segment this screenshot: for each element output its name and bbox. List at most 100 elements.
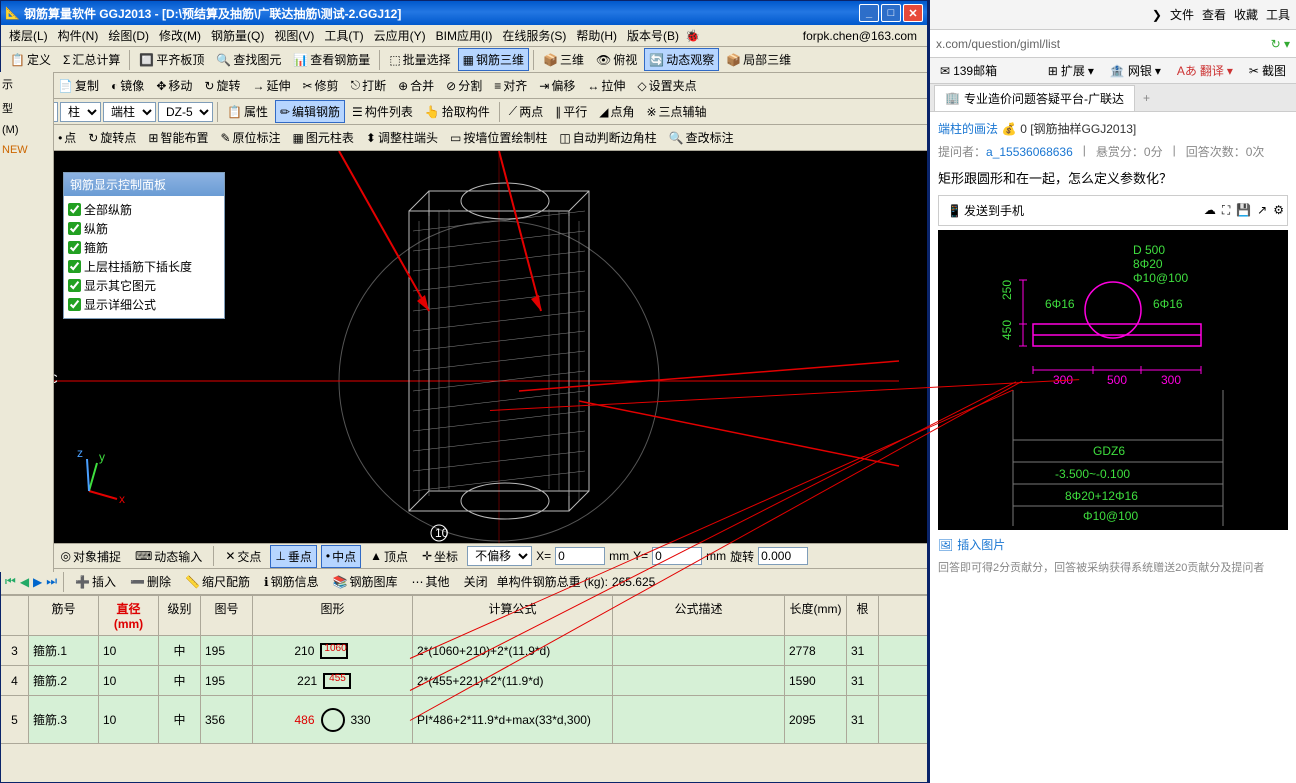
fav-bank[interactable]: 🏦 网银 ▾ bbox=[1106, 60, 1165, 81]
close-button[interactable]: ✕ bbox=[903, 4, 923, 22]
tb-align[interactable]: ≡ 对齐 bbox=[489, 74, 532, 97]
tb-drag[interactable]: ↔ 拉伸 bbox=[582, 74, 630, 97]
menu-rebarqty[interactable]: 钢筋量(Q) bbox=[207, 25, 268, 46]
bmenu-tools[interactable]: 工具 bbox=[1266, 6, 1290, 23]
sb-scale[interactable]: 📏 缩尺配筋 bbox=[180, 570, 255, 593]
tb-origlab[interactable]: ✎ 原位标注 bbox=[215, 126, 285, 149]
x-input[interactable] bbox=[555, 547, 605, 565]
comp-select[interactable]: 柱 bbox=[60, 102, 101, 122]
share-icon[interactable]: ↗ bbox=[1257, 203, 1267, 218]
chk-upper[interactable]: 上层柱插筋下插长度 bbox=[68, 257, 220, 276]
offset-select[interactable]: 不偏移 bbox=[467, 546, 532, 566]
sidebar-item[interactable]: NEW bbox=[0, 140, 53, 160]
tb-rotpt[interactable]: ↻ 旋转点 bbox=[83, 126, 141, 149]
tb-smartlay[interactable]: ⊞ 智能布置 bbox=[143, 126, 213, 149]
save-icon[interactable]: 💾 bbox=[1236, 203, 1251, 218]
tb-findunit[interactable]: 🔍 查找图元 bbox=[211, 48, 286, 71]
tb-merge[interactable]: ⊕ 合并 bbox=[393, 74, 439, 97]
tb-colsheet[interactable]: ▦ 图元柱表 bbox=[288, 126, 359, 149]
tb-point[interactable]: • 点 bbox=[53, 126, 81, 149]
bmenu-file[interactable]: 文件 bbox=[1170, 6, 1194, 23]
tb-extend[interactable]: → 延伸 bbox=[247, 74, 295, 97]
sidebar-item[interactable]: 示 bbox=[0, 72, 53, 96]
tb-sumcalc[interactable]: Σ 汇总计算 bbox=[58, 48, 125, 71]
tb-rebarqty[interactable]: 📊 查看钢筋量 bbox=[288, 48, 375, 71]
chk-stirrup[interactable]: 箍筋 bbox=[68, 238, 220, 257]
tb-cross[interactable]: ✕ 交点 bbox=[220, 545, 266, 568]
nav-last-icon[interactable]: ⏭ bbox=[46, 574, 57, 589]
chk-detail[interactable]: 显示详细公式 bbox=[68, 295, 220, 314]
sb-insert[interactable]: ➕ 插入 bbox=[70, 570, 121, 593]
tb-setclip[interactable]: ◇ 设置夹点 bbox=[632, 74, 701, 97]
menu-tools[interactable]: 工具(T) bbox=[320, 25, 367, 46]
newtab-button[interactable]: + bbox=[1135, 87, 1158, 109]
sb-close[interactable]: 关闭 bbox=[459, 570, 493, 593]
insert-pic-link[interactable]: 🖼 插入图片 bbox=[938, 530, 1288, 559]
tb-osnap[interactable]: ◎ 对象捕捉 bbox=[55, 545, 126, 568]
menu-help[interactable]: 帮助(H) bbox=[572, 25, 621, 46]
tb-parallel[interactable]: ∥ 平行 bbox=[550, 100, 592, 123]
sidebar-item[interactable]: (M) bbox=[0, 120, 53, 140]
tb-overlook[interactable]: 👁 俯视 bbox=[591, 48, 642, 71]
tb-offset[interactable]: ⇥ 偏移 bbox=[534, 74, 580, 97]
asker-link[interactable]: a_15536068636 bbox=[986, 145, 1073, 159]
tb-3d[interactable]: 📦 三维 bbox=[538, 48, 589, 71]
rot-input[interactable] bbox=[758, 547, 808, 565]
tb-batchsel[interactable]: ⬚ 批量选择 bbox=[384, 48, 455, 71]
menu-cloud[interactable]: 云应用(Y) bbox=[370, 25, 430, 46]
tb-split[interactable]: ⊘ 分割 bbox=[441, 74, 487, 97]
tb-threeaux[interactable]: ※ 三点辅轴 bbox=[641, 100, 711, 123]
breadcrumb-link[interactable]: 端柱的画法 bbox=[938, 122, 998, 136]
menu-version[interactable]: 版本号(B) bbox=[623, 25, 683, 46]
tb-pickcomp[interactable]: 👆 拾取构件 bbox=[420, 100, 495, 123]
tb-mirror[interactable]: ◐ 镜像 bbox=[106, 74, 149, 97]
tb-local3d[interactable]: 📦 局部三维 bbox=[721, 48, 796, 71]
menu-draw[interactable]: 绘图(D) bbox=[104, 25, 153, 46]
tb-chglab[interactable]: 🔍 查改标注 bbox=[664, 126, 739, 149]
tb-drawbypos[interactable]: ▭ 按墙位置绘制柱 bbox=[445, 126, 552, 149]
menu-modify[interactable]: 修改(M) bbox=[155, 25, 205, 46]
tb-editrb[interactable]: ✏ 编辑钢筋 bbox=[275, 100, 345, 123]
arrow-icon[interactable]: ❯ bbox=[1152, 8, 1162, 22]
menu-component[interactable]: 构件(N) bbox=[54, 25, 103, 46]
nav-next-icon[interactable]: ▶ bbox=[33, 575, 42, 589]
table-row[interactable]: 5箍筋.3 10中356 486330 PI*486+2*11.9*d+max(… bbox=[1, 696, 927, 744]
menu-floor[interactable]: 楼层(L) bbox=[5, 25, 52, 46]
tb-dynin[interactable]: ⌨ 动态输入 bbox=[130, 545, 207, 568]
tb-adjhead[interactable]: ⬍ 调整柱端头 bbox=[361, 126, 443, 149]
chk-other[interactable]: 显示其它图元 bbox=[68, 276, 220, 295]
tb-attr[interactable]: 📋 属性 bbox=[222, 100, 273, 123]
fav-trans[interactable]: Aあ 翻译 ▾ bbox=[1173, 60, 1237, 81]
rebar-display-panel[interactable]: 钢筋显示控制面板 全部纵筋 纵筋 箍筋 上层柱插筋下插长度 显示其它图元 显示详… bbox=[63, 172, 225, 319]
sb-del[interactable]: ➖ 删除 bbox=[125, 570, 176, 593]
browser-tab[interactable]: 🏢 专业造价问题答疑平台-广联达 bbox=[934, 85, 1135, 111]
maximize-button[interactable]: □ bbox=[881, 4, 901, 22]
dz-select[interactable]: DZ-5 bbox=[158, 102, 213, 122]
nav-prev-icon[interactable]: ◀ bbox=[20, 575, 29, 589]
fav-shot[interactable]: ✂ 截图 bbox=[1245, 60, 1290, 81]
sb-rbinfo[interactable]: ℹ 钢筋信息 bbox=[259, 570, 324, 593]
fav-ext[interactable]: ⊞ 扩展 ▾ bbox=[1044, 60, 1098, 81]
menu-view[interactable]: 视图(V) bbox=[270, 25, 318, 46]
tb-complist[interactable]: ☰ 构件列表 bbox=[347, 100, 418, 123]
tb-dynobs[interactable]: 🔄 动态观察 bbox=[644, 48, 719, 71]
fav-139[interactable]: ✉ 139邮箱 bbox=[936, 60, 1001, 81]
chk-all[interactable]: 全部纵筋 bbox=[68, 200, 220, 219]
tb-mid[interactable]: • 中点 bbox=[321, 545, 361, 568]
gear-icon[interactable]: ⚙ bbox=[1273, 203, 1284, 218]
tb-trim[interactable]: ✂ 修剪 bbox=[297, 74, 343, 97]
tb-vertex[interactable]: ◢ 点角 bbox=[594, 100, 639, 123]
tb-rebar3d[interactable]: ▦ 钢筋三维 bbox=[458, 48, 529, 71]
bmenu-fav[interactable]: 收藏 bbox=[1234, 6, 1258, 23]
minimize-button[interactable]: _ bbox=[859, 4, 879, 22]
menu-online[interactable]: 在线服务(S) bbox=[498, 25, 570, 46]
tb-autoedge[interactable]: ◫ 自动判断边角柱 bbox=[554, 126, 661, 149]
tb-perp[interactable]: ⊥ 垂点 bbox=[270, 545, 316, 568]
fullscreen-icon[interactable]: ⛶ bbox=[1222, 203, 1230, 218]
sidebar-item[interactable]: 型 bbox=[0, 96, 53, 120]
sb-other[interactable]: ⋯ 其他 bbox=[407, 570, 455, 593]
tb-coord[interactable]: ✛ 坐标 bbox=[417, 545, 463, 568]
endcol-select[interactable]: 端柱 bbox=[103, 102, 156, 122]
address-bar[interactable]: x.com/question/giml/list↻ ▾ bbox=[930, 30, 1296, 58]
bmenu-view[interactable]: 查看 bbox=[1202, 6, 1226, 23]
